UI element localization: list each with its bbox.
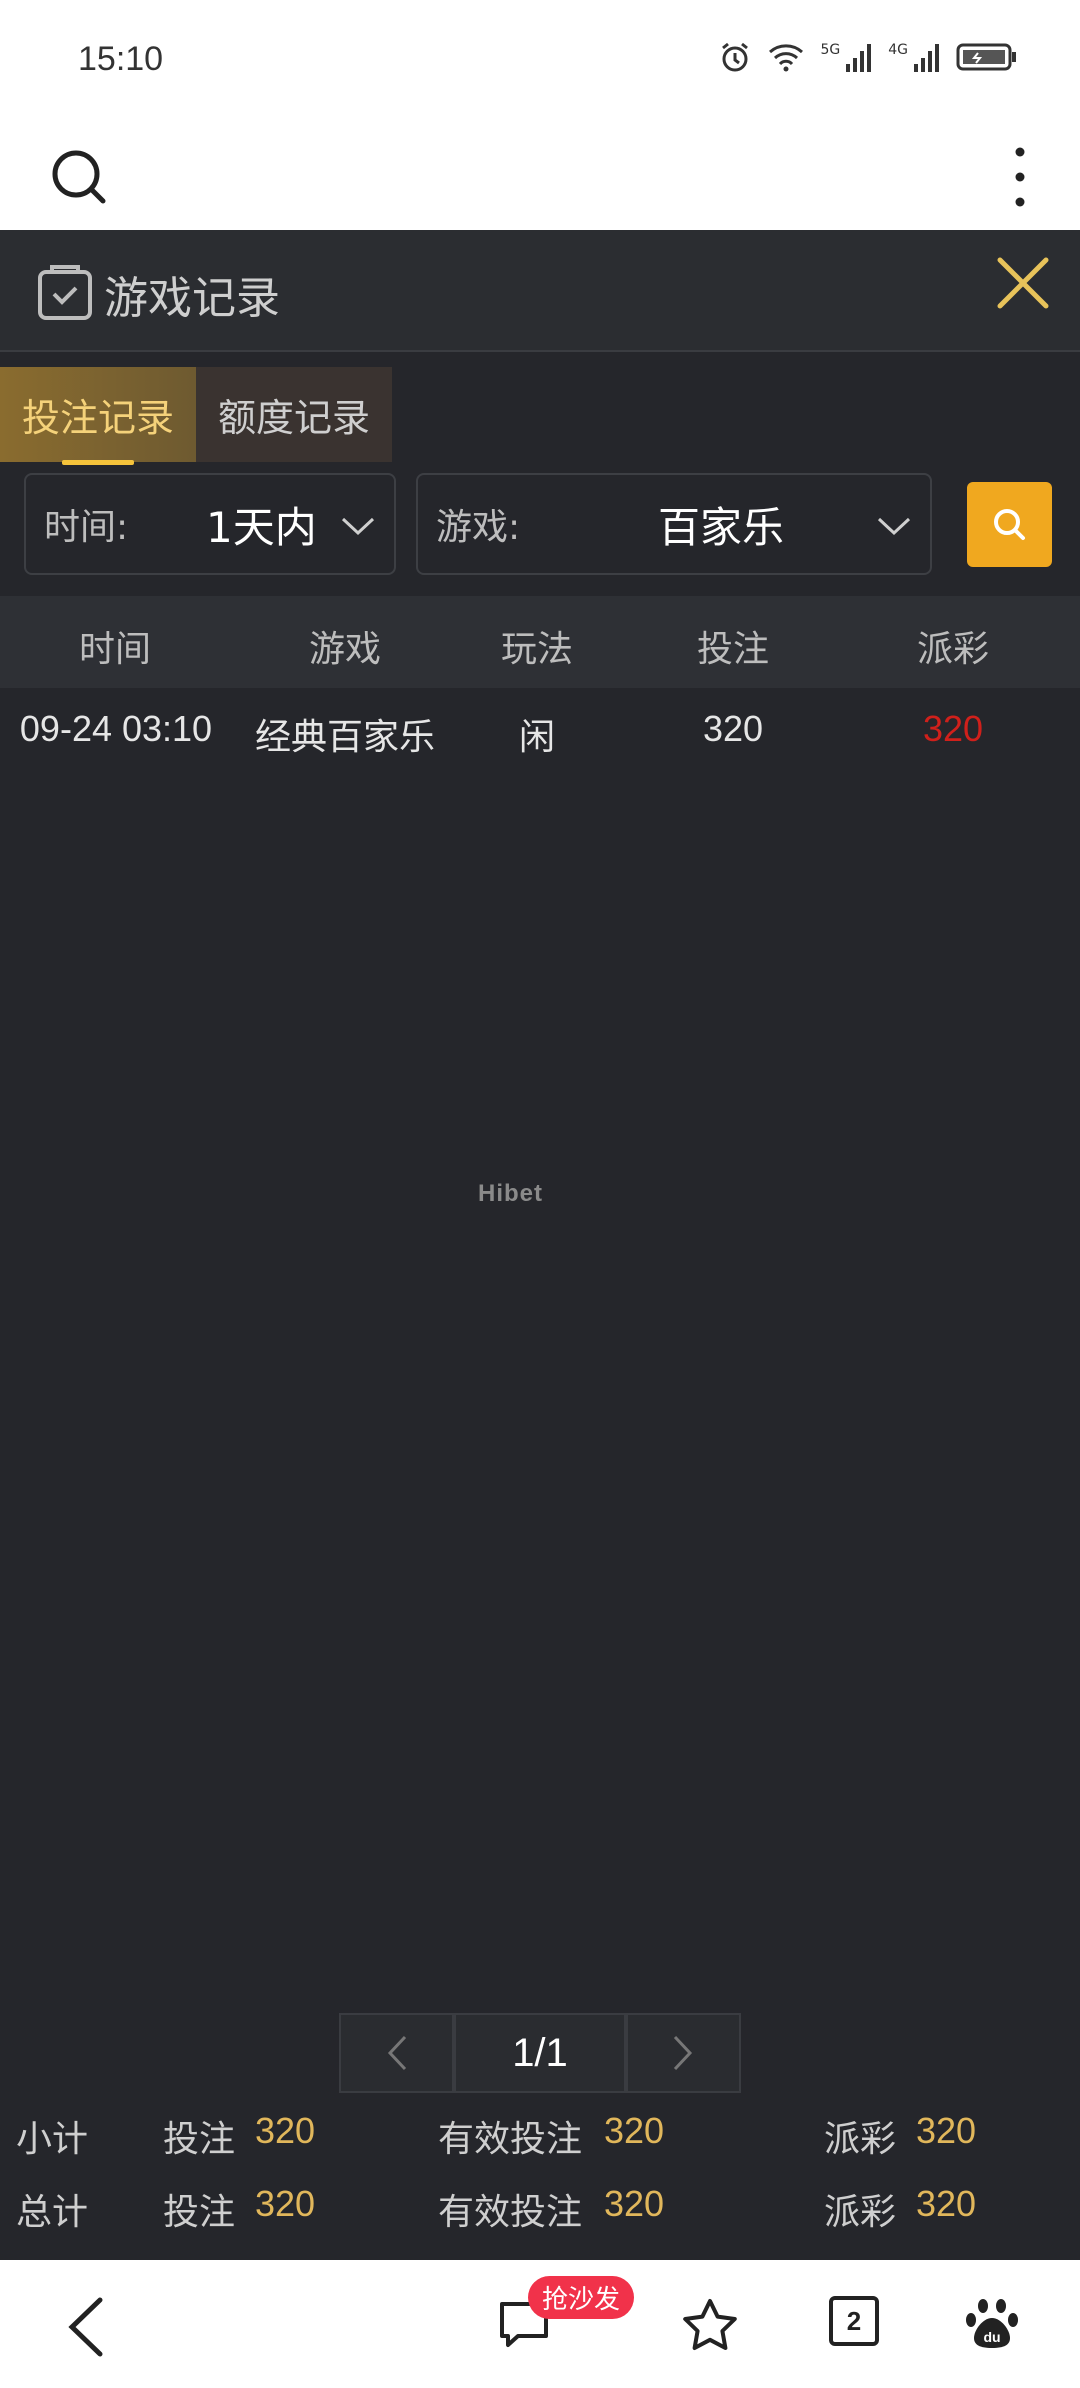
cell-play: 闲 bbox=[518, 717, 555, 758]
search-icon[interactable] bbox=[44, 142, 114, 212]
total-payout-label: 派彩 bbox=[824, 2192, 897, 2233]
total-row: 总计 投注 320 有效投注 320 派彩 320 bbox=[0, 2183, 1080, 2243]
total-valid-label: 有效投注 bbox=[438, 2192, 583, 2233]
search-button[interactable] bbox=[967, 482, 1052, 567]
column-header-play: 玩法 bbox=[500, 629, 573, 670]
battery-icon bbox=[956, 43, 1016, 71]
tab-label: 额度记录 bbox=[217, 396, 370, 440]
status-icons: 5G 4G bbox=[718, 40, 1018, 74]
network-4g-label: 4G bbox=[888, 42, 908, 58]
bottom-nav: 抢沙发 2 du bbox=[0, 2260, 1080, 2388]
record-tabs: 投注记录 额度记录 bbox=[0, 367, 392, 465]
chevron-down-icon bbox=[341, 517, 375, 536]
total-label: 总计 bbox=[16, 2192, 89, 2233]
subtotal-bet-value: 320 bbox=[255, 2110, 316, 2151]
column-header-payout: 派彩 bbox=[916, 629, 989, 670]
tabs-count-button[interactable]: 2 bbox=[829, 2296, 879, 2346]
tab-label: 投注记录 bbox=[21, 396, 174, 440]
table-row: 09-24 03:10 经典百家乐 闲 320 320 bbox=[0, 688, 1080, 770]
subtotal-label: 小计 bbox=[16, 2119, 89, 2160]
watermark-logo: Hibet bbox=[478, 1180, 543, 1207]
prev-page-button[interactable] bbox=[339, 2013, 455, 2093]
panel-title: 游戏记录 bbox=[104, 273, 280, 324]
status-time: 15:10 bbox=[78, 40, 164, 78]
search-icon bbox=[994, 509, 1025, 540]
tab-bet-records[interactable]: 投注记录 bbox=[0, 367, 196, 465]
subtotal-valid-value: 320 bbox=[604, 2110, 665, 2151]
subtotal-row: 小计 投注 320 有效投注 320 派彩 320 bbox=[0, 2110, 1080, 2170]
time-filter-dropdown[interactable]: 时间: 1天内 bbox=[24, 473, 396, 575]
alarm-icon bbox=[722, 42, 749, 72]
game-record-panel: 游戏记录 投注记录 额度记录 时间: 1天内 游戏: 百家乐 时间 游戏 玩法 … bbox=[0, 230, 1080, 2260]
cell-time: 09-24 03:10 bbox=[19, 708, 213, 749]
chevron-right-icon bbox=[674, 2035, 693, 2071]
tab-credit-records[interactable]: 额度记录 bbox=[196, 367, 392, 462]
status-bar: 15:10 5G 4G bbox=[0, 0, 1080, 120]
total-valid-value: 320 bbox=[604, 2183, 665, 2224]
page-indicator: 1/1 bbox=[454, 2013, 626, 2093]
time-filter-value: 1天内 bbox=[206, 502, 317, 552]
total-bet-label: 投注 bbox=[163, 2192, 236, 2233]
column-header-bet: 投注 bbox=[696, 629, 769, 670]
back-icon[interactable] bbox=[64, 2296, 108, 2358]
game-filter-dropdown[interactable]: 游戏: 百家乐 bbox=[416, 473, 932, 575]
active-tab-indicator bbox=[62, 460, 134, 465]
cell-game: 经典百家乐 bbox=[254, 717, 435, 758]
pagination: 1/1 bbox=[339, 2013, 741, 2093]
subtotal-payout-label: 派彩 bbox=[824, 2119, 897, 2160]
subtotal-bet-label: 投注 bbox=[163, 2119, 236, 2160]
subtotal-payout-value: 320 bbox=[916, 2110, 977, 2151]
baidu-paw-icon[interactable]: du bbox=[964, 2296, 1020, 2352]
chevron-left-icon bbox=[387, 2035, 406, 2071]
total-payout-value: 320 bbox=[916, 2183, 977, 2224]
svg-text:du: du bbox=[983, 2329, 1000, 2345]
browser-top-bar bbox=[0, 120, 1080, 230]
network-5g-label: 5G bbox=[820, 42, 841, 58]
signal-icon-2 bbox=[914, 44, 939, 72]
close-icon[interactable] bbox=[990, 250, 1056, 316]
signal-icon bbox=[846, 44, 872, 72]
comment-badge: 抢沙发 bbox=[528, 2276, 635, 2319]
subtotal-valid-label: 有效投注 bbox=[438, 2119, 583, 2160]
table-header: 时间 游戏 玩法 投注 派彩 bbox=[0, 596, 1080, 688]
chevron-down-icon bbox=[877, 517, 911, 536]
total-bet-value: 320 bbox=[255, 2183, 316, 2224]
star-icon[interactable] bbox=[680, 2296, 740, 2356]
game-filter-label: 游戏: bbox=[436, 507, 521, 548]
more-options-icon[interactable] bbox=[998, 142, 1042, 212]
column-header-time: 时间 bbox=[78, 629, 151, 670]
column-header-game: 游戏 bbox=[308, 629, 381, 670]
record-icon bbox=[38, 265, 92, 320]
next-page-button[interactable] bbox=[625, 2013, 741, 2093]
cell-bet: 320 bbox=[702, 708, 764, 749]
game-filter-value: 百家乐 bbox=[658, 502, 785, 552]
panel-header: 游戏记录 bbox=[0, 230, 1080, 352]
time-filter-label: 时间: bbox=[44, 507, 129, 548]
wifi-icon bbox=[769, 44, 804, 72]
cell-payout: 320 bbox=[922, 708, 984, 749]
